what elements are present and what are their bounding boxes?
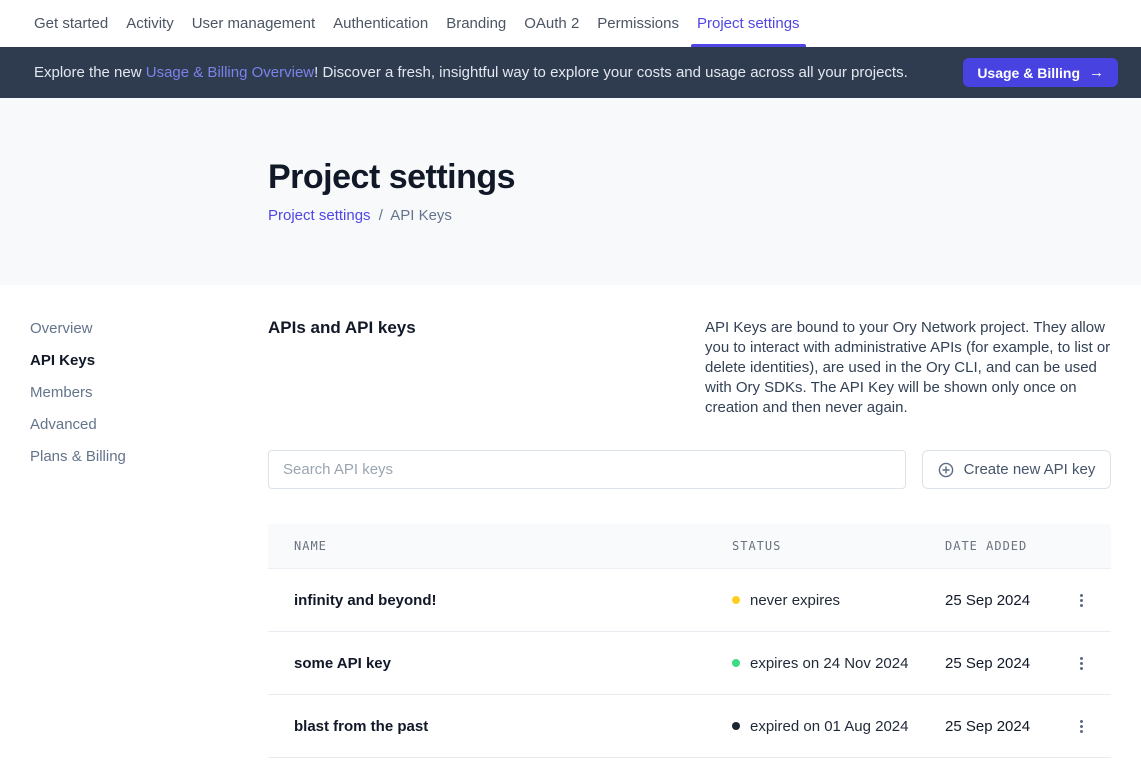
breadcrumb-current: API Keys — [390, 207, 452, 224]
create-api-key-button[interactable]: Create new API key — [922, 450, 1111, 489]
api-key-date-added: 25 Sep 2024 — [945, 592, 1051, 609]
column-header-name: NAME — [268, 539, 732, 553]
search-input[interactable] — [268, 450, 906, 489]
column-header-status: STATUS — [732, 539, 945, 553]
tab-activity[interactable]: Activity — [126, 0, 174, 47]
plus-circle-icon — [938, 462, 954, 478]
api-key-name: blast from the past — [268, 718, 732, 735]
api-key-name: some API key — [268, 655, 732, 672]
status-dot — [732, 722, 740, 730]
page-header: Project settings Project settings / API … — [0, 98, 1141, 285]
row-kebab-menu-icon[interactable] — [1075, 652, 1088, 675]
api-key-status: expires on 24 Nov 2024 — [732, 655, 945, 672]
sidebar-item-overview[interactable]: Overview — [30, 318, 268, 339]
section-heading: APIs and API keys — [268, 318, 416, 418]
breadcrumb: Project settings / API Keys — [268, 207, 1141, 224]
api-key-date-added: 25 Sep 2024 — [945, 655, 1051, 672]
api-key-date-added: 25 Sep 2024 — [945, 718, 1051, 735]
table-row: blast from the past expired on 01 Aug 20… — [268, 695, 1111, 758]
usage-billing-button[interactable]: Usage & Billing → — [963, 58, 1118, 87]
create-api-key-label: Create new API key — [964, 461, 1096, 478]
tab-branding[interactable]: Branding — [446, 0, 506, 47]
table-row: infinity and beyond! never expires 25 Se… — [268, 569, 1111, 632]
api-keys-table: NAME STATUS DATE ADDED infinity and beyo… — [268, 524, 1111, 758]
table-header-row: NAME STATUS DATE ADDED — [268, 524, 1111, 569]
arrow-right-icon: → — [1089, 64, 1104, 81]
row-kebab-menu-icon[interactable] — [1075, 589, 1088, 612]
usage-billing-overview-link[interactable]: Usage & Billing Overview — [146, 64, 314, 81]
api-key-name: infinity and beyond! — [268, 592, 732, 609]
usage-billing-button-label: Usage & Billing — [977, 65, 1080, 81]
content-area: Overview API Keys Members Advanced Plans… — [0, 285, 1141, 758]
breadcrumb-separator: / — [379, 207, 383, 224]
tab-oauth2[interactable]: OAuth 2 — [524, 0, 579, 47]
section-description: API Keys are bound to your Ory Network p… — [705, 318, 1111, 418]
tab-user-management[interactable]: User management — [192, 0, 315, 47]
status-text: expired on 01 Aug 2024 — [750, 718, 908, 735]
tab-get-started[interactable]: Get started — [34, 0, 108, 47]
status-text: expires on 24 Nov 2024 — [750, 655, 908, 672]
table-row: some API key expires on 24 Nov 2024 25 S… — [268, 632, 1111, 695]
sidebar-item-advanced[interactable]: Advanced — [30, 414, 268, 435]
section-intro: APIs and API keys API Keys are bound to … — [268, 318, 1111, 418]
api-keys-toolbar: Create new API key — [268, 450, 1111, 489]
banner-text-before: Explore the new — [34, 64, 146, 81]
status-text: never expires — [750, 592, 840, 609]
sidebar-item-members[interactable]: Members — [30, 382, 268, 403]
api-key-status: expired on 01 Aug 2024 — [732, 718, 945, 735]
tab-project-settings[interactable]: Project settings — [697, 0, 800, 47]
usage-billing-banner: Explore the new Usage & Billing Overview… — [0, 47, 1141, 98]
api-keys-main: APIs and API keys API Keys are bound to … — [268, 318, 1111, 758]
tab-permissions[interactable]: Permissions — [597, 0, 679, 47]
breadcrumb-project-settings-link[interactable]: Project settings — [268, 207, 371, 224]
banner-text-after: ! Discover a fresh, insightful way to ex… — [314, 64, 908, 81]
sidebar-item-api-keys[interactable]: API Keys — [30, 350, 268, 371]
page-title: Project settings — [268, 158, 1141, 197]
settings-sidebar: Overview API Keys Members Advanced Plans… — [0, 318, 268, 758]
column-header-date-added: DATE ADDED — [945, 539, 1051, 553]
row-kebab-menu-icon[interactable] — [1075, 715, 1088, 738]
api-key-status: never expires — [732, 592, 945, 609]
tab-authentication[interactable]: Authentication — [333, 0, 428, 47]
banner-message: Explore the new Usage & Billing Overview… — [34, 64, 963, 81]
status-dot — [732, 596, 740, 604]
sidebar-item-plans-billing[interactable]: Plans & Billing — [30, 446, 268, 467]
top-navigation: Get started Activity User management Aut… — [0, 0, 1141, 47]
status-dot — [732, 659, 740, 667]
